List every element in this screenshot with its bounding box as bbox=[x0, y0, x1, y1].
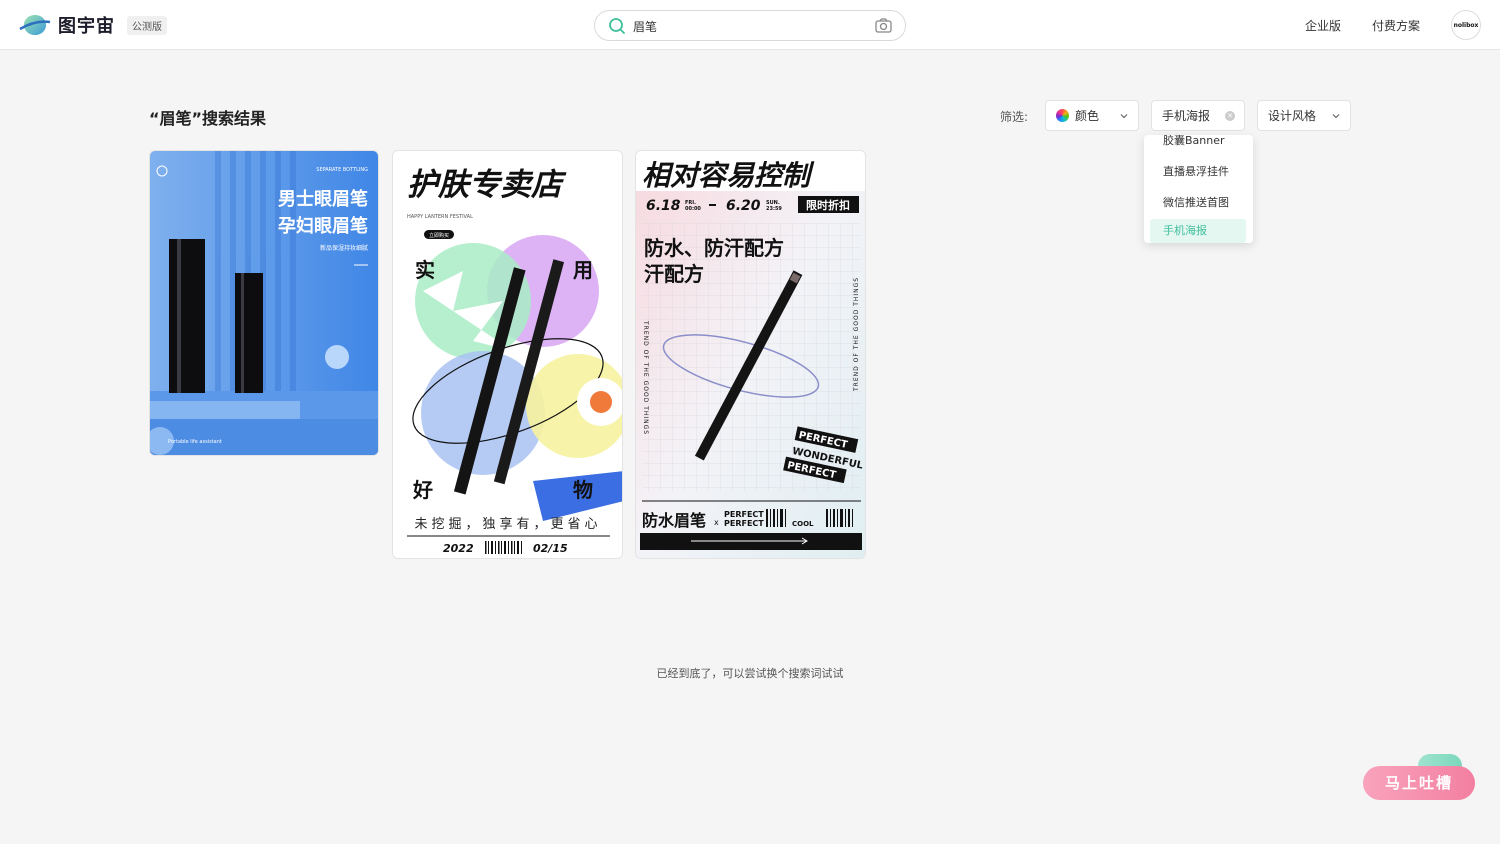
top-header: 图宇宙 公测版 企业版 付费方案 nolibox bbox=[0, 0, 1500, 50]
color-filter[interactable]: 颜色 bbox=[1045, 100, 1139, 131]
page-title: “眉笔”搜索结果 bbox=[149, 109, 267, 128]
poster-image-1: SEPARATE BOTTLING 男士眼眉笔 孕妇眼眉笔 新品保湿持妆细腻 P… bbox=[150, 151, 378, 455]
card2-corner-4: 物 bbox=[573, 478, 593, 502]
card3-side-text-left: TREND OF THE GOOD THINGS bbox=[642, 320, 649, 435]
card3-date-2: 6.20 bbox=[726, 198, 761, 214]
card1-headline-2: 孕妇眼眉笔 bbox=[278, 215, 368, 237]
card2-sub-en: HAPPY LANTERN FESTIVAL bbox=[407, 214, 473, 220]
card1-headline-1: 男士眼眉笔 bbox=[278, 188, 368, 210]
card2-headline: 护肤专卖店 bbox=[407, 167, 567, 203]
search-bar bbox=[594, 10, 906, 41]
card1-top-tag: SEPARATE BOTTLING bbox=[316, 167, 368, 173]
card3-x-mark: x bbox=[714, 518, 719, 527]
dropdown-item-capsule-banner[interactable]: 胶囊Banner bbox=[1150, 135, 1246, 153]
card3-sub: 防水、防汗配方 bbox=[644, 236, 784, 260]
card3-perfect-2: PERFECT bbox=[724, 519, 764, 528]
dropdown-item-wechat-cover[interactable]: 微信推送首图 bbox=[1150, 191, 1246, 215]
card2-date: 02/15 bbox=[533, 542, 568, 555]
end-of-results-note: 已经到底了，可以尝试换个搜索词试试 bbox=[656, 667, 844, 680]
type-filter-label: 手机海报 bbox=[1162, 109, 1211, 123]
card2-slogan: 未挖掘，独享有，更省心 bbox=[414, 516, 601, 532]
card3-perfect-1: PERFECT bbox=[724, 510, 764, 519]
color-filter-label: 颜色 bbox=[1075, 109, 1100, 123]
style-filter[interactable]: 设计风格 bbox=[1257, 100, 1351, 131]
card3-headline: 相对容易控制 bbox=[642, 159, 815, 192]
dropdown-item-live-widget[interactable]: 直播悬浮挂件 bbox=[1150, 160, 1246, 184]
filter-label: 筛选: bbox=[1000, 110, 1029, 124]
nav-pricing[interactable]: 付费方案 bbox=[1372, 17, 1420, 34]
color-wheel-icon bbox=[1056, 109, 1069, 122]
logo-text: 图宇宙 bbox=[58, 16, 115, 37]
logo[interactable]: 图宇宙 公测版 bbox=[18, 12, 167, 38]
card3-product: 防水眉笔 bbox=[642, 511, 706, 530]
type-filter[interactable]: 手机海报 ✕ bbox=[1151, 100, 1245, 131]
avatar[interactable]: nolibox bbox=[1451, 10, 1481, 40]
nav-enterprise[interactable]: 企业版 bbox=[1305, 17, 1341, 34]
type-dropdown: 胶囊Banner 直播悬浮挂件 微信推送首图 手机海报 bbox=[1144, 135, 1253, 243]
card2-buy-tag: 立即购买 bbox=[429, 232, 449, 239]
camera-icon[interactable] bbox=[875, 18, 892, 33]
planet-logo-icon bbox=[19, 15, 51, 35]
card3-time-1: 00:00 bbox=[685, 206, 701, 212]
feedback-button[interactable]: 马上吐槽 bbox=[1363, 766, 1475, 800]
card2-corner-1: 实 bbox=[415, 258, 435, 282]
card2-year: 2022 bbox=[443, 542, 474, 555]
chevron-down-icon bbox=[1120, 114, 1128, 119]
card3-promo: 限时折扣 bbox=[806, 198, 850, 212]
poster-image-3: 相对容易控制 6.18 FRI. 00:00 6.20 SUN. 23:59 限… bbox=[636, 151, 865, 558]
search-input[interactable] bbox=[633, 16, 853, 36]
style-filter-label: 设计风格 bbox=[1268, 109, 1317, 123]
search-icon[interactable] bbox=[608, 17, 626, 35]
beta-badge: 公测版 bbox=[127, 15, 167, 35]
clear-icon[interactable]: ✕ bbox=[1225, 111, 1235, 121]
card3-side-text-right: TREND OF THE GOOD THINGS bbox=[853, 277, 860, 392]
card3-date-1: 6.18 bbox=[646, 198, 681, 214]
card3-time-2: 23:59 bbox=[766, 206, 782, 212]
result-card-3[interactable]: 相对容易控制 6.18 FRI. 00:00 6.20 SUN. 23:59 限… bbox=[635, 150, 866, 559]
card1-footer: Portable life assistant bbox=[168, 439, 222, 445]
result-card-2[interactable]: 护肤专卖店 HAPPY LANTERN FESTIVAL 立即购买 实 用 好 … bbox=[392, 150, 623, 559]
card1-sub: 新品保湿持妆细腻 bbox=[320, 244, 368, 252]
svg-text:汗配方: 汗配方 bbox=[644, 262, 704, 286]
card2-corner-2: 用 bbox=[573, 258, 593, 282]
card3-cool: COOL bbox=[792, 520, 814, 528]
card2-corner-3: 好 bbox=[412, 478, 433, 502]
chevron-down-icon bbox=[1332, 114, 1340, 119]
poster-image-2: 护肤专卖店 HAPPY LANTERN FESTIVAL 立即购买 实 用 好 … bbox=[393, 151, 622, 558]
dropdown-item-mobile-poster[interactable]: 手机海报 bbox=[1150, 219, 1246, 243]
result-card-1[interactable]: SEPARATE BOTTLING 男士眼眉笔 孕妇眼眉笔 新品保湿持妆细腻 P… bbox=[149, 150, 379, 456]
